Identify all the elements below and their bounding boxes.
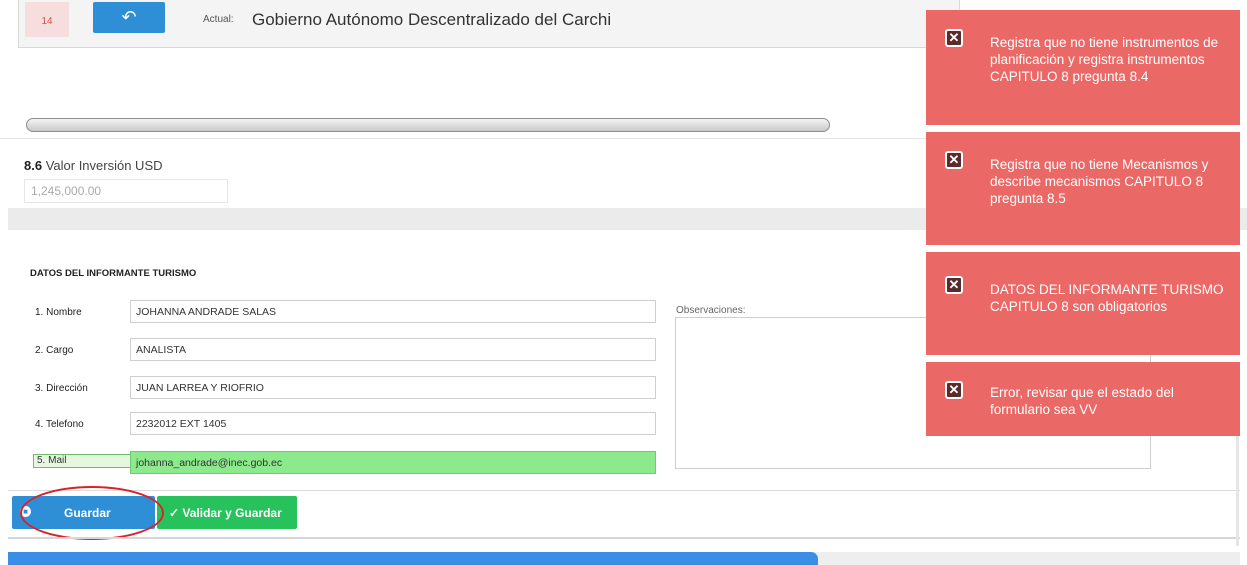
name-label: 1. Nombre xyxy=(35,307,82,318)
investment-label: 8.6 Valor Inversión USD xyxy=(24,158,163,173)
actual-label: Actual: xyxy=(203,14,234,25)
close-icon[interactable]: ✕ xyxy=(945,151,963,169)
notification-message: Registra que no tiene Mecanismos y descr… xyxy=(990,157,1209,206)
notification-message: Error, revisar que el estado del formula… xyxy=(990,385,1174,417)
observations-label: Observaciones: xyxy=(676,305,746,316)
validate-button-label: ✓ Validar y Guardar xyxy=(169,506,282,520)
address-input[interactable]: JUAN LARREA Y RIOFRIO xyxy=(130,376,656,399)
investment-value-field[interactable]: 1,245,000.00 xyxy=(24,179,228,203)
horizontal-scrollbar[interactable] xyxy=(26,118,830,132)
mail-label: 5. Mail xyxy=(33,454,131,468)
informant-section-title: DATOS DEL INFORMANTE TURISMO xyxy=(30,268,197,279)
reply-arrow-icon: ↶ xyxy=(121,7,137,27)
divider xyxy=(0,138,960,139)
highlight-annotation-circle xyxy=(20,486,164,540)
error-notification: ✕ DATOS DEL INFORMANTE TURISMO CAPITULO … xyxy=(926,252,1240,355)
row-number-badge: 14 xyxy=(25,2,69,37)
phone-label: 4. Telefono xyxy=(35,419,84,430)
error-notification: ✕ Registra que no tiene Mecanismos y des… xyxy=(926,132,1240,245)
divider xyxy=(8,537,1240,539)
name-input[interactable]: JOHANNA ANDRADE SALAS xyxy=(130,300,656,323)
notification-message: Registra que no tiene instrumentos de pl… xyxy=(990,35,1219,84)
right-edge-border xyxy=(1236,436,1239,546)
notification-message: DATOS DEL INFORMANTE TURISMO CAPITULO 8 … xyxy=(990,282,1224,314)
close-icon[interactable]: ✕ xyxy=(945,276,963,294)
position-label: 2. Cargo xyxy=(35,345,74,356)
validate-and-save-button[interactable]: ✓ Validar y Guardar xyxy=(157,496,297,529)
mail-input[interactable]: johanna_andrade@inec.gob.ec xyxy=(130,451,656,474)
record-header-card: 14 ↶ Actual: Gobierno Autónomo Descentra… xyxy=(18,0,960,48)
address-label: 3. Dirección xyxy=(35,383,88,394)
error-notification: ✕ Registra que no tiene instrumentos de … xyxy=(926,10,1240,125)
error-notification: ✕ Error, revisar que el estado del formu… xyxy=(926,362,1240,436)
actual-value: Gobierno Autónomo Descentralizado del Ca… xyxy=(252,10,612,29)
investment-number: 8.6 xyxy=(24,158,43,173)
divider xyxy=(8,490,1240,491)
back-button[interactable]: ↶ xyxy=(93,2,165,33)
investment-label-text: Valor Inversión USD xyxy=(45,158,163,173)
bottom-scrollbar-thumb[interactable] xyxy=(8,552,818,565)
close-icon[interactable]: ✕ xyxy=(945,29,963,47)
phone-input[interactable]: 2232012 EXT 1405 xyxy=(130,412,656,435)
position-input[interactable]: ANALISTA xyxy=(130,338,656,361)
close-icon[interactable]: ✕ xyxy=(945,381,963,399)
